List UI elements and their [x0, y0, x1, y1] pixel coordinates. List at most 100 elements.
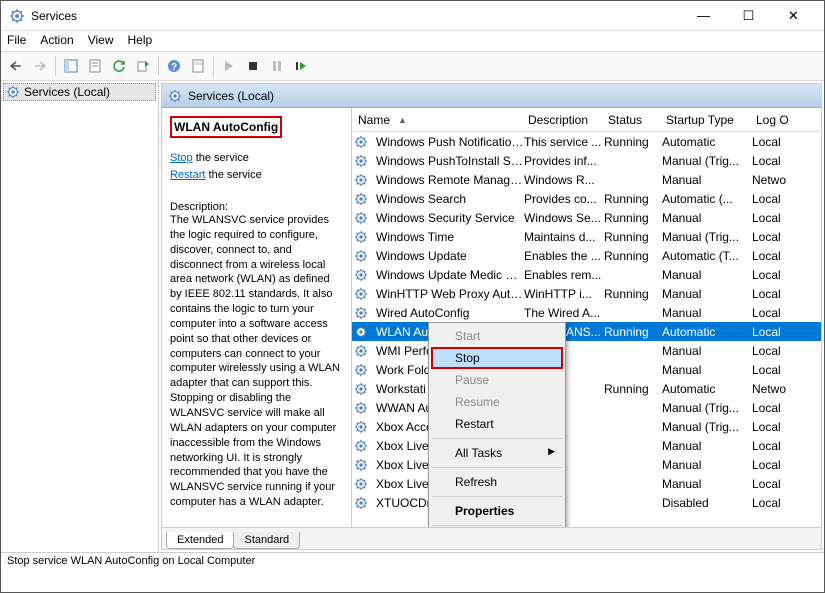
help2-button[interactable] — [187, 55, 209, 77]
cell-name: Xbox Live — [376, 439, 429, 453]
cell-log-on: Local — [752, 458, 797, 472]
close-button[interactable]: ✕ — [771, 1, 816, 30]
cell-startup-type: Automatic — [662, 325, 752, 339]
column-headers: Name▲ Description Status Startup Type Lo… — [352, 108, 821, 132]
cell-startup-type: Manual — [662, 268, 752, 282]
description-label: Description: — [170, 201, 343, 213]
tab-standard[interactable]: Standard — [233, 532, 300, 549]
cell-log-on: Local — [752, 249, 797, 263]
play-icon — [224, 60, 234, 72]
ctx-all-tasks[interactable]: All Tasks▶ — [431, 442, 563, 464]
service-row[interactable]: Xbox Lives au...ManualLocal — [352, 436, 821, 455]
view-tabs: Extended Standard — [162, 527, 821, 549]
restart-btn[interactable] — [290, 55, 312, 77]
cell-log-on: Local — [752, 344, 797, 358]
service-row[interactable]: WMI Perfos pe...ManualLocal — [352, 341, 821, 360]
cell-name: Xbox Live — [376, 458, 429, 472]
cell-name: Workstati — [376, 382, 426, 396]
cell-status: Running — [604, 382, 662, 396]
minimize-button[interactable]: — — [681, 1, 726, 30]
cell-description: Provides co... — [524, 192, 604, 206]
col-name[interactable]: Name▲ — [352, 113, 522, 127]
service-row[interactable]: Workstatind...RunningAutomaticNetwo — [352, 379, 821, 398]
refresh-button[interactable] — [108, 55, 130, 77]
menu-file[interactable]: File — [7, 33, 26, 49]
cell-startup-type: Automatic — [662, 382, 752, 396]
service-row[interactable]: Wired AutoConfigThe Wired A...ManualLoca… — [352, 303, 821, 322]
col-description[interactable]: Description — [522, 113, 602, 127]
service-row[interactable]: Windows Remote Manage...Windows R...Manu… — [352, 170, 821, 189]
ctx-pause: Pause — [431, 369, 563, 391]
tree-item-label: Services (Local) — [24, 85, 110, 99]
stop-button[interactable] — [242, 55, 264, 77]
back-button[interactable] — [5, 55, 27, 77]
service-row[interactable]: WinHTTP Web Proxy Auto-...WinHTTP i...Ru… — [352, 284, 821, 303]
cell-log-on: Local — [752, 230, 797, 244]
show-hide-button[interactable] — [60, 55, 82, 77]
col-status[interactable]: Status — [602, 113, 660, 127]
gear-icon — [354, 344, 368, 358]
cell-startup-type: Automatic — [662, 135, 752, 149]
service-row[interactable]: Xbox Livevice ...ManualLocal — [352, 474, 821, 493]
service-row[interactable]: Windows Push Notification...This service… — [352, 132, 821, 151]
col-startup-type[interactable]: Startup Type — [660, 113, 750, 127]
service-row[interactable]: Windows PushToInstall Serv...Provides in… — [352, 151, 821, 170]
export-button[interactable] — [132, 55, 154, 77]
cell-status: Running — [604, 287, 662, 301]
cell-startup-type: Manual (Trig... — [662, 420, 752, 434]
ctx-restart[interactable]: Restart — [431, 413, 563, 435]
cell-startup-type: Manual — [662, 211, 752, 225]
cell-description: Windows R... — [524, 173, 604, 187]
menu-view[interactable]: View — [88, 33, 114, 49]
cell-log-on: Local — [752, 439, 797, 453]
restart-link[interactable]: Restart — [170, 169, 205, 181]
cell-startup-type: Manual (Trig... — [662, 154, 752, 168]
ctx-stop[interactable]: Stop — [431, 347, 563, 369]
service-row[interactable]: Xbox Livevice ...ManualLocal — [352, 455, 821, 474]
stop-link[interactable]: Stop — [170, 152, 193, 164]
service-row[interactable]: Windows SearchProvides co...RunningAutom… — [352, 189, 821, 208]
cell-description: Provides inf... — [524, 154, 604, 168]
menu-action[interactable]: Action — [40, 33, 73, 49]
title-bar: Services — ☐ ✕ — [1, 1, 824, 31]
cell-log-on: Local — [752, 287, 797, 301]
service-row[interactable]: WLAN AutoConfigThe WLANS...RunningAutoma… — [352, 322, 821, 341]
play-button[interactable] — [218, 55, 240, 77]
properties-button[interactable] — [84, 55, 106, 77]
service-row[interactable]: XTUOCDrivDisabledLocal — [352, 493, 821, 512]
help-icon: ? — [167, 59, 181, 73]
cell-name: Windows Search — [376, 192, 466, 206]
ctx-properties[interactable]: Properties — [431, 500, 563, 522]
menu-help[interactable]: Help — [128, 33, 153, 49]
service-row[interactable]: Windows TimeMaintains d...RunningManual … — [352, 227, 821, 246]
service-row[interactable]: Windows Security ServiceWindows Se...Run… — [352, 208, 821, 227]
forward-button[interactable] — [29, 55, 51, 77]
cell-name: Windows Time — [376, 230, 454, 244]
ctx-refresh[interactable]: Refresh — [431, 471, 563, 493]
service-row[interactable]: Xbox Accevice ...Manual (Trig...Local — [352, 417, 821, 436]
export-icon — [136, 59, 150, 73]
cell-status: Running — [604, 211, 662, 225]
gear-icon — [354, 439, 368, 453]
maximize-button[interactable]: ☐ — [726, 1, 771, 30]
service-row[interactable]: Work Foldvice ...ManualLocal — [352, 360, 821, 379]
service-row[interactable]: WWAN Au...Manual (Trig...Local — [352, 398, 821, 417]
gear-icon — [354, 135, 368, 149]
gear-icon — [354, 458, 368, 472]
cell-name: Windows PushToInstall Serv... — [376, 154, 524, 168]
help-button[interactable]: ? — [163, 55, 185, 77]
pause-button[interactable] — [266, 55, 288, 77]
properties-icon — [88, 59, 102, 73]
service-row[interactable]: Windows UpdateEnables the ...RunningAuto… — [352, 246, 821, 265]
gear-icon — [354, 477, 368, 491]
service-row[interactable]: Windows Update Medic Ser...Enables rem..… — [352, 265, 821, 284]
cell-log-on: Local — [752, 420, 797, 434]
gear-icon — [354, 401, 368, 415]
svg-text:?: ? — [171, 62, 177, 73]
cell-name: Xbox Acce — [376, 420, 433, 434]
cell-startup-type: Manual — [662, 363, 752, 377]
col-log-on[interactable]: Log O — [750, 113, 795, 127]
cell-log-on: Netwo — [752, 382, 797, 396]
tree-item-services-local[interactable]: Services (Local) — [3, 83, 156, 101]
tab-extended[interactable]: Extended — [166, 532, 234, 549]
